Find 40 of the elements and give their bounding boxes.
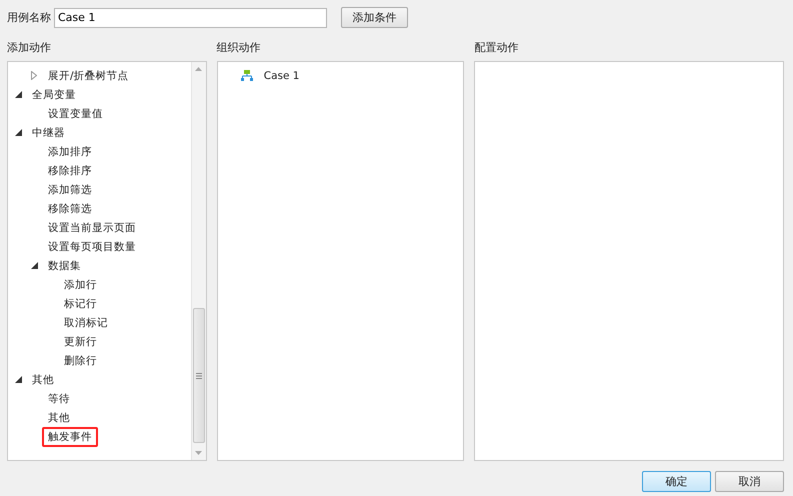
tree-item[interactable]: 其他	[26, 370, 60, 390]
case-tree-icon	[240, 70, 253, 81]
tree-item[interactable]: 数据集	[42, 256, 87, 276]
tree-item[interactable]: 展开/折叠树节点	[42, 66, 135, 86]
expanded-triangle-icon[interactable]	[15, 91, 22, 98]
tree-item[interactable]: 触发事件	[42, 426, 98, 446]
cancel-button[interactable]: 取消	[715, 471, 784, 492]
ok-button[interactable]: 确定	[642, 471, 711, 492]
tree-item[interactable]: 添加排序	[42, 142, 98, 162]
tree-item[interactable]: 更新行	[58, 332, 103, 352]
tree-item[interactable]: 删除行	[58, 350, 103, 370]
tree-item[interactable]: 中继器	[26, 122, 71, 142]
panel-title: 添加动作	[7, 40, 51, 54]
tree-item[interactable]: 移除排序	[42, 160, 98, 180]
tree-item[interactable]: 添加行	[58, 274, 103, 294]
tree-item[interactable]: 设置每页项目数量	[42, 236, 142, 256]
tree-item[interactable]: 其他	[42, 408, 76, 428]
case-item[interactable]: Case 1	[258, 66, 306, 84]
add-condition-button[interactable]: 添加条件	[341, 7, 408, 28]
case-name-label: 用例名称	[7, 10, 51, 25]
scroll-up-icon[interactable]	[195, 67, 202, 71]
case-name-field[interactable]: Case 1	[54, 8, 327, 28]
grip-icon	[196, 372, 202, 378]
tree-item[interactable]: 添加筛选	[42, 180, 98, 200]
collapsed-triangle-icon[interactable]	[31, 71, 37, 80]
scrollbar[interactable]	[190, 62, 206, 460]
scroll-down-icon[interactable]	[195, 451, 202, 455]
tree-item[interactable]: 移除筛选	[42, 198, 98, 218]
tree-item[interactable]: 设置变量值	[42, 104, 109, 124]
tree-item[interactable]: 设置当前显示页面	[42, 218, 142, 238]
tree-item[interactable]: 标记行	[58, 294, 103, 314]
tree-item[interactable]: 等待	[42, 388, 76, 408]
expanded-triangle-icon[interactable]	[31, 262, 38, 269]
expanded-triangle-icon[interactable]	[15, 376, 22, 383]
tree-item[interactable]: 全局变量	[26, 84, 82, 104]
panel-title: 组织动作	[216, 40, 261, 54]
panel-title: 配置动作	[474, 40, 518, 54]
expanded-triangle-icon[interactable]	[15, 129, 22, 136]
tree-item[interactable]: 取消标记	[58, 312, 114, 332]
scroll-thumb[interactable]	[192, 308, 205, 443]
